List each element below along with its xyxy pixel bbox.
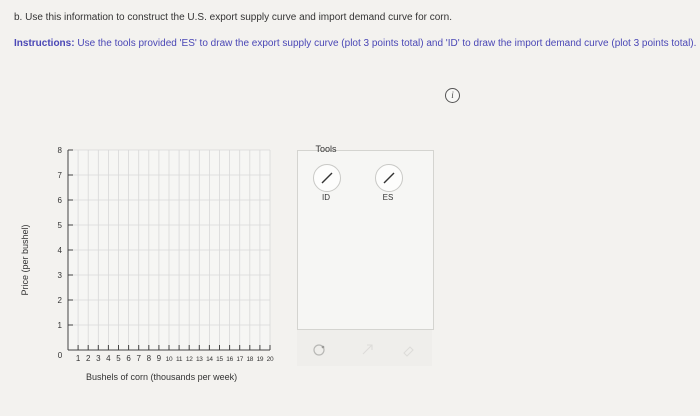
line-tool-icon bbox=[383, 172, 395, 184]
tools-lower-bar bbox=[297, 330, 432, 366]
x-tick-label: 18 bbox=[246, 356, 253, 363]
origin-label: 0 bbox=[58, 351, 63, 360]
line-tool-icon bbox=[321, 172, 333, 184]
id-tool-button[interactable] bbox=[313, 164, 341, 192]
es-tool-button[interactable] bbox=[375, 164, 403, 192]
x-tick-label: 12 bbox=[186, 356, 193, 363]
x-tick-label: 16 bbox=[226, 356, 233, 363]
lasso-icon[interactable] bbox=[310, 341, 328, 359]
x-tick-label: 13 bbox=[196, 356, 203, 363]
tools-panel: Tools ID ES bbox=[297, 144, 434, 330]
y-tick-label: 5 bbox=[58, 221, 63, 230]
y-tick-label: 6 bbox=[58, 196, 63, 205]
arrow-icon[interactable] bbox=[359, 341, 377, 359]
x-tick-label: 7 bbox=[136, 354, 141, 363]
x-tick-label: 8 bbox=[147, 354, 152, 363]
x-tick-label: 2 bbox=[86, 354, 91, 363]
tools-title: Tools bbox=[315, 144, 337, 154]
id-tool-label: ID bbox=[322, 193, 330, 202]
x-tick-label: 11 bbox=[176, 356, 183, 363]
x-tick-label: 15 bbox=[216, 356, 223, 363]
y-tick-label: 3 bbox=[58, 271, 63, 280]
es-tool-label: ES bbox=[382, 193, 394, 202]
eraser-icon[interactable] bbox=[399, 341, 417, 359]
x-tick-label: 9 bbox=[157, 354, 162, 363]
y-tick-label: 4 bbox=[58, 246, 63, 255]
y-tick-label: 7 bbox=[58, 171, 63, 180]
x-tick-label: 10 bbox=[166, 356, 173, 363]
x-tick-label: 19 bbox=[257, 356, 264, 363]
x-tick-label: 1 bbox=[76, 354, 81, 363]
x-tick-label: 17 bbox=[236, 356, 243, 363]
x-tick-label: 3 bbox=[96, 354, 101, 363]
y-tick-label: 8 bbox=[58, 146, 63, 155]
x-tick-label: 5 bbox=[116, 354, 121, 363]
x-tick-label: 4 bbox=[106, 354, 111, 363]
y-tick-label: 1 bbox=[58, 321, 63, 330]
x-tick-label: 20 bbox=[267, 356, 274, 363]
x-tick-label: 14 bbox=[206, 356, 213, 363]
y-tick-label: 2 bbox=[58, 296, 63, 305]
x-tick-label: 6 bbox=[126, 354, 131, 363]
